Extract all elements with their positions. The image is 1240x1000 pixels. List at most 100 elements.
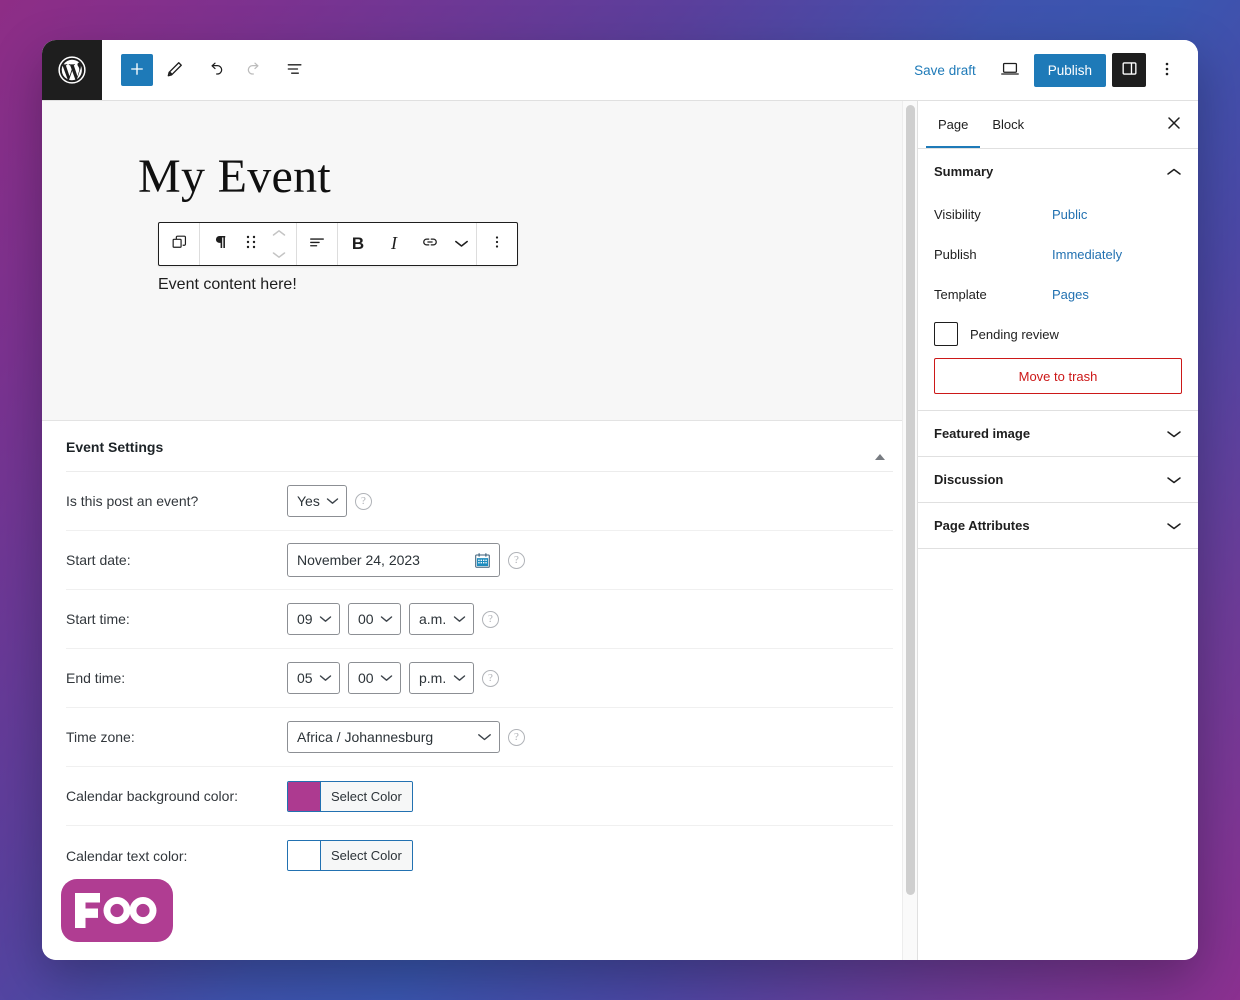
- document-overview-button[interactable]: [277, 52, 313, 88]
- block-movers[interactable]: [264, 223, 294, 265]
- editor-scrollbar[interactable]: [902, 101, 917, 960]
- start-date-input[interactable]: [287, 543, 500, 577]
- question-mark-circle-icon[interactable]: ?: [508, 728, 525, 746]
- more-rich-text-button[interactable]: [448, 223, 474, 265]
- copy-blocks-icon: [170, 233, 189, 255]
- end-time-meridiem-select[interactable]: p.m.: [409, 662, 474, 694]
- pending-review-label[interactable]: Pending review: [970, 327, 1059, 342]
- visibility-value-button[interactable]: Public: [1052, 207, 1087, 222]
- panel-summary: Summary Visibility Public Publish Immedi: [918, 149, 1198, 411]
- field-row-is-event: Is this post an event? Yes ?: [66, 472, 893, 531]
- panel-summary-header[interactable]: Summary: [918, 149, 1198, 194]
- edit-tools-button[interactable]: [157, 52, 193, 88]
- block-toolbar-group-format: B I: [338, 222, 477, 265]
- start-time-meridiem-select[interactable]: a.m.: [409, 603, 474, 635]
- block-toolbar-wrapper: B I: [42, 204, 917, 266]
- panel-page-attributes: Page Attributes: [918, 503, 1198, 549]
- summary-row-visibility: Visibility Public: [934, 194, 1182, 234]
- end-time-hour-select[interactable]: 05: [287, 662, 340, 694]
- header-right-tools: Save draft Publish: [904, 40, 1198, 100]
- panel-discussion-header[interactable]: Discussion: [918, 457, 1198, 502]
- chevron-down-icon: [1166, 429, 1182, 439]
- calendar-bg-color-control: Select Color: [287, 780, 413, 812]
- list-view-icon: [285, 59, 305, 82]
- end-time-meridiem-wrap: p.m.: [409, 662, 474, 694]
- link-button[interactable]: [412, 223, 448, 265]
- chevron-down-icon[interactable]: [272, 246, 286, 264]
- redo-button[interactable]: [237, 52, 273, 88]
- settings-sidebar-toggle-button[interactable]: [1112, 53, 1146, 87]
- visibility-label: Visibility: [934, 206, 981, 222]
- sidebar-tabs: Page Block: [918, 101, 1198, 149]
- paragraph-pilcrow-icon: [211, 233, 229, 254]
- start-time-hour-wrap: 09: [287, 603, 340, 635]
- end-time-minute-select[interactable]: 00: [348, 662, 401, 694]
- tab-block[interactable]: Block: [980, 101, 1036, 148]
- close-sidebar-button[interactable]: [1158, 109, 1190, 141]
- calendar-text-color-control: Select Color: [287, 840, 413, 871]
- summary-row-publish: Publish Immediately: [934, 234, 1182, 274]
- panel-summary-body: Visibility Public Publish Immediately Te…: [918, 194, 1198, 410]
- paragraph-block-button[interactable]: [202, 223, 238, 265]
- calendar-bg-color-swatch: [288, 781, 321, 811]
- link-icon: [420, 232, 440, 255]
- calendar-bg-color-label: Calendar background color:: [66, 788, 238, 804]
- preview-button[interactable]: [992, 52, 1028, 88]
- question-mark-circle-icon[interactable]: ?: [355, 492, 372, 510]
- plus-icon: [128, 60, 146, 81]
- question-mark-circle-icon[interactable]: ?: [482, 610, 499, 628]
- event-settings-collapse-button[interactable]: [867, 439, 893, 460]
- calendar-text-color-picker-button[interactable]: Select Color: [287, 840, 413, 871]
- tab-page[interactable]: Page: [926, 101, 981, 148]
- block-toolbar: B I: [158, 221, 518, 266]
- question-mark-circle-icon[interactable]: ?: [482, 669, 499, 687]
- add-block-button[interactable]: [121, 54, 153, 86]
- calendar-bg-color-picker-button[interactable]: Select Color: [287, 780, 413, 812]
- calendar-bg-color-select-label: Select Color: [321, 781, 412, 811]
- move-to-trash-button[interactable]: Move to trash: [934, 358, 1182, 394]
- field-row-end-time: End time: 05 00 p.m. ?: [66, 649, 893, 708]
- redo-arrow-icon: [245, 59, 265, 82]
- block-drag-handle[interactable]: [238, 223, 264, 265]
- calendar-text-color-label: Calendar text color:: [66, 847, 188, 864]
- pending-review-checkbox[interactable]: [934, 322, 958, 346]
- block-type-button[interactable]: [161, 223, 197, 265]
- is-event-select-wrap: Yes: [287, 485, 347, 517]
- editor-scrollbar-thumb[interactable]: [906, 105, 915, 895]
- block-toolbar-group-type: [159, 222, 200, 265]
- template-value-button[interactable]: Pages: [1052, 287, 1089, 302]
- template-label: Template: [934, 286, 987, 302]
- time-zone-label: Time zone:: [66, 729, 135, 745]
- undo-button[interactable]: [197, 52, 233, 88]
- calendar-text-color-select-label: Select Color: [321, 841, 412, 870]
- summary-row-template: Template Pages: [934, 274, 1182, 314]
- start-time-label: Start time:: [66, 611, 130, 627]
- start-time-hour-select[interactable]: 09: [287, 603, 340, 635]
- start-date-input-wrap: [287, 543, 500, 577]
- question-mark-circle-icon[interactable]: ?: [508, 551, 525, 569]
- is-event-select[interactable]: Yes: [287, 485, 347, 517]
- header-spacer: [313, 40, 904, 100]
- calendar-text-color-swatch: [288, 841, 321, 870]
- italic-button[interactable]: I: [376, 223, 412, 265]
- pending-review-row: Pending review: [934, 322, 1182, 346]
- wordpress-logo-button[interactable]: [42, 40, 102, 100]
- triangle-up-icon: [875, 439, 885, 460]
- three-dots-vertical-icon: [488, 233, 506, 254]
- panel-page-attributes-header[interactable]: Page Attributes: [918, 503, 1198, 548]
- panel-featured-image-header[interactable]: Featured image: [918, 411, 1198, 456]
- publish-button[interactable]: Publish: [1033, 53, 1106, 87]
- start-time-minute-select[interactable]: 00: [348, 603, 401, 635]
- panel-featured-image-title: Featured image: [934, 426, 1031, 441]
- save-draft-button[interactable]: Save draft: [904, 56, 986, 85]
- post-content-paragraph[interactable]: Event content here!: [42, 266, 917, 298]
- publish-value-button[interactable]: Immediately: [1052, 247, 1122, 262]
- align-text-button[interactable]: [299, 223, 335, 265]
- chevron-up-icon[interactable]: [272, 224, 286, 242]
- time-zone-select[interactable]: Africa / Johannesburg: [287, 721, 500, 753]
- close-x-icon: [1166, 115, 1182, 134]
- block-options-button[interactable]: [479, 223, 515, 265]
- post-title[interactable]: My Event: [42, 150, 917, 204]
- options-menu-button[interactable]: [1152, 53, 1182, 87]
- bold-button[interactable]: B: [340, 223, 376, 265]
